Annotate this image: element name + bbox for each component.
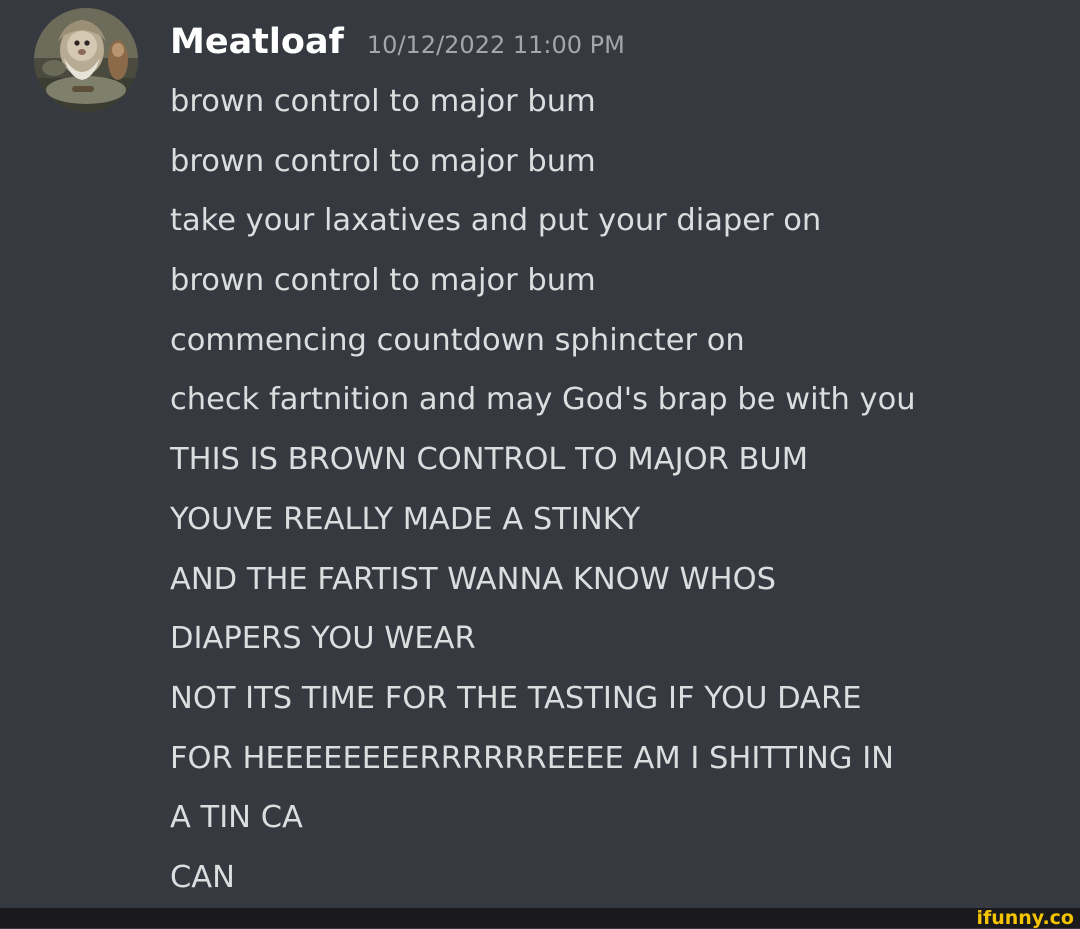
message-line: check fartnition and may God's brap be w… bbox=[170, 382, 916, 418]
message-header: Meatloaf 10/12/2022 11:00 PM bbox=[170, 16, 625, 68]
message-line: YOUVE REALLY MADE A STINKY bbox=[170, 501, 641, 537]
user-avatar[interactable] bbox=[34, 8, 138, 112]
timestamp: 10/12/2022 11:00 PM bbox=[366, 31, 625, 59]
ifunny-watermark: ifunny.co bbox=[976, 907, 1074, 929]
message-line: NOT ITS TIME FOR THE TASTING IF YOU DARE bbox=[170, 680, 862, 716]
chat-message: Meatloaf 10/12/2022 11:00 PM brown contr… bbox=[0, 0, 1080, 908]
message-line: THIS IS BROWN CONTROL TO MAJOR BUM bbox=[170, 442, 809, 478]
avatar-image bbox=[34, 8, 138, 112]
message-line: CAN bbox=[170, 859, 235, 895]
watermark-bar: ifunny.co bbox=[0, 908, 1080, 928]
message-line: brown control to major bum bbox=[170, 84, 596, 119]
message-line: DIAPERS YOU WEAR bbox=[170, 621, 476, 657]
message-line: commencing countdown sphincter on bbox=[170, 322, 745, 358]
username[interactable]: Meatloaf bbox=[170, 16, 344, 68]
message-line: A TIN CA bbox=[170, 800, 303, 836]
message-line: take your laxatives and put your diaper … bbox=[170, 203, 822, 239]
message-line: AND THE FARTIST WANNA KNOW WHOS bbox=[170, 561, 776, 597]
message-line: brown control to major bum bbox=[170, 263, 596, 299]
message-line: brown control to major bum bbox=[170, 143, 596, 179]
message-content: brown control to major bum brown control… bbox=[170, 72, 1060, 908]
message-line: FOR HEEEEEEEERRRRRREEEE AM I SHITTING IN bbox=[170, 740, 895, 776]
